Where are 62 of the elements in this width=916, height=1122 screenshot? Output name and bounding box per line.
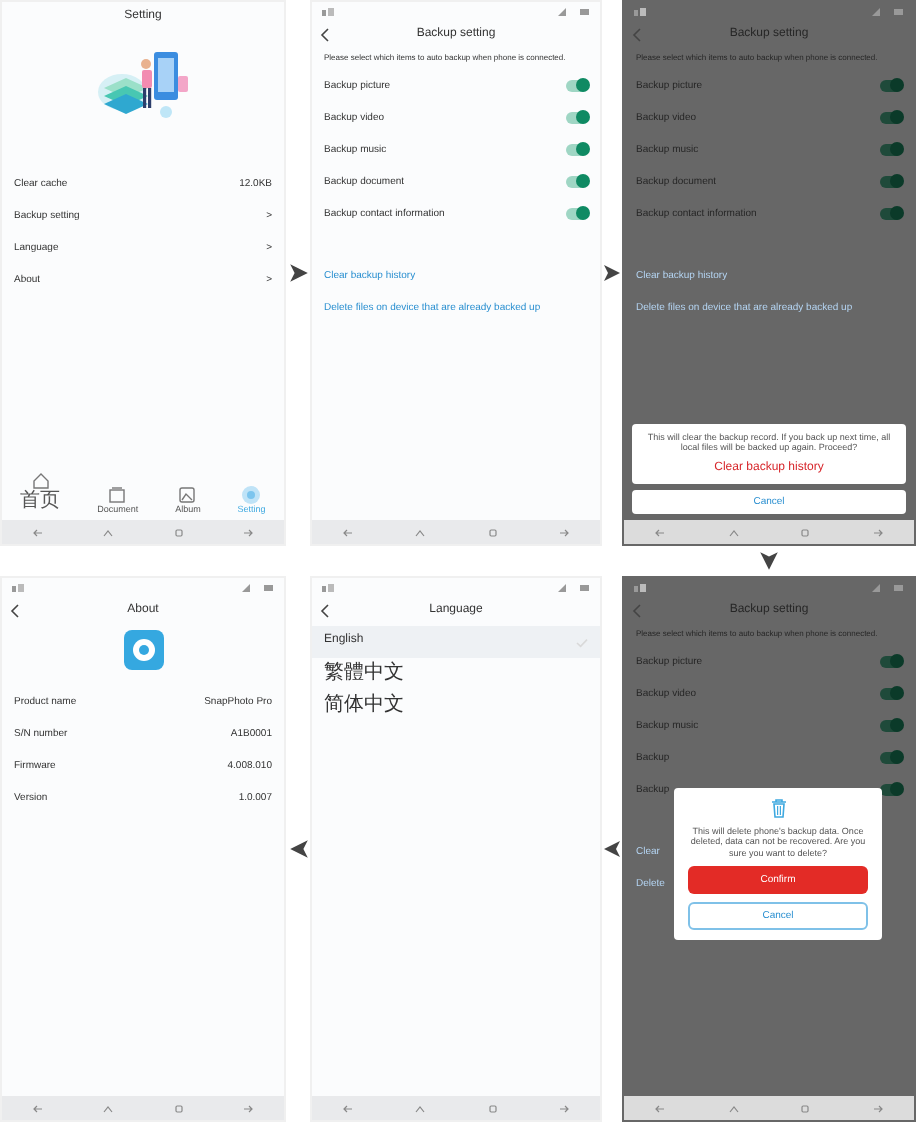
recent-apps-icon[interactable] xyxy=(727,1103,740,1113)
circle-icon xyxy=(242,485,261,504)
toggle-switch[interactable] xyxy=(880,175,902,188)
signal-battery-icon xyxy=(242,583,274,591)
home-icon[interactable] xyxy=(487,527,498,537)
back-icon[interactable] xyxy=(320,28,330,42)
forward-icon[interactable] xyxy=(242,1103,255,1113)
toggle-switch[interactable] xyxy=(880,79,902,92)
notification-icon xyxy=(322,7,336,15)
toggle-switch[interactable] xyxy=(880,111,902,124)
house-icon xyxy=(31,472,50,490)
arrow-icon xyxy=(287,262,309,284)
app-icon xyxy=(123,630,163,670)
toggle-switch[interactable] xyxy=(880,719,902,732)
signal-battery-icon xyxy=(558,583,590,591)
language-option[interactable]: 简体中文 xyxy=(312,690,600,722)
toggle-switch[interactable] xyxy=(566,111,588,124)
toggle-switch[interactable] xyxy=(566,175,588,188)
recent-apps-icon[interactable] xyxy=(102,1103,115,1113)
notification-icon xyxy=(634,7,648,15)
signal-battery-icon xyxy=(872,7,904,15)
arrow-icon xyxy=(287,838,309,860)
toggle-switch[interactable] xyxy=(880,655,902,668)
forward-icon[interactable] xyxy=(871,527,884,537)
arrow-icon xyxy=(602,262,622,284)
home-icon[interactable] xyxy=(800,1103,811,1113)
arrow-icon xyxy=(602,838,622,860)
toggle-switch[interactable] xyxy=(880,207,902,220)
folder-icon xyxy=(108,485,127,504)
back-icon[interactable] xyxy=(10,604,20,618)
notification-icon xyxy=(634,583,648,591)
recent-apps-icon[interactable] xyxy=(414,1103,427,1113)
language-option[interactable]: 繁體中文 xyxy=(312,658,600,690)
home-icon[interactable] xyxy=(487,1103,498,1113)
toggle-switch[interactable] xyxy=(566,207,588,220)
notification-icon xyxy=(12,583,26,591)
forward-icon[interactable] xyxy=(557,1103,570,1113)
picture-icon xyxy=(178,485,197,504)
toggle-switch[interactable] xyxy=(880,751,902,764)
forward-icon[interactable] xyxy=(557,527,570,537)
forward-icon[interactable] xyxy=(242,527,255,537)
recent-apps-icon[interactable] xyxy=(727,527,740,537)
tab[interactable]: 首页 xyxy=(20,472,61,514)
toggle-switch[interactable] xyxy=(880,143,902,156)
trash-icon xyxy=(769,798,787,818)
toggle-switch[interactable] xyxy=(566,143,588,156)
arrow-icon xyxy=(758,550,780,572)
home-icon[interactable] xyxy=(173,527,184,537)
recent-apps-icon[interactable] xyxy=(414,527,427,537)
home-icon[interactable] xyxy=(173,1103,184,1113)
settings-illustration-drawing xyxy=(97,52,187,118)
home-icon[interactable] xyxy=(800,527,811,537)
signal-battery-icon xyxy=(872,583,904,591)
check-icon xyxy=(576,637,588,647)
recent-apps-icon[interactable] xyxy=(102,527,115,537)
toggle-switch[interactable] xyxy=(880,783,902,796)
notification-icon xyxy=(322,583,336,591)
signal-battery-icon xyxy=(558,7,590,15)
back-icon[interactable] xyxy=(320,604,330,618)
forward-icon[interactable] xyxy=(871,1103,884,1113)
toggle-switch[interactable] xyxy=(566,79,588,92)
toggle-switch[interactable] xyxy=(880,687,902,700)
